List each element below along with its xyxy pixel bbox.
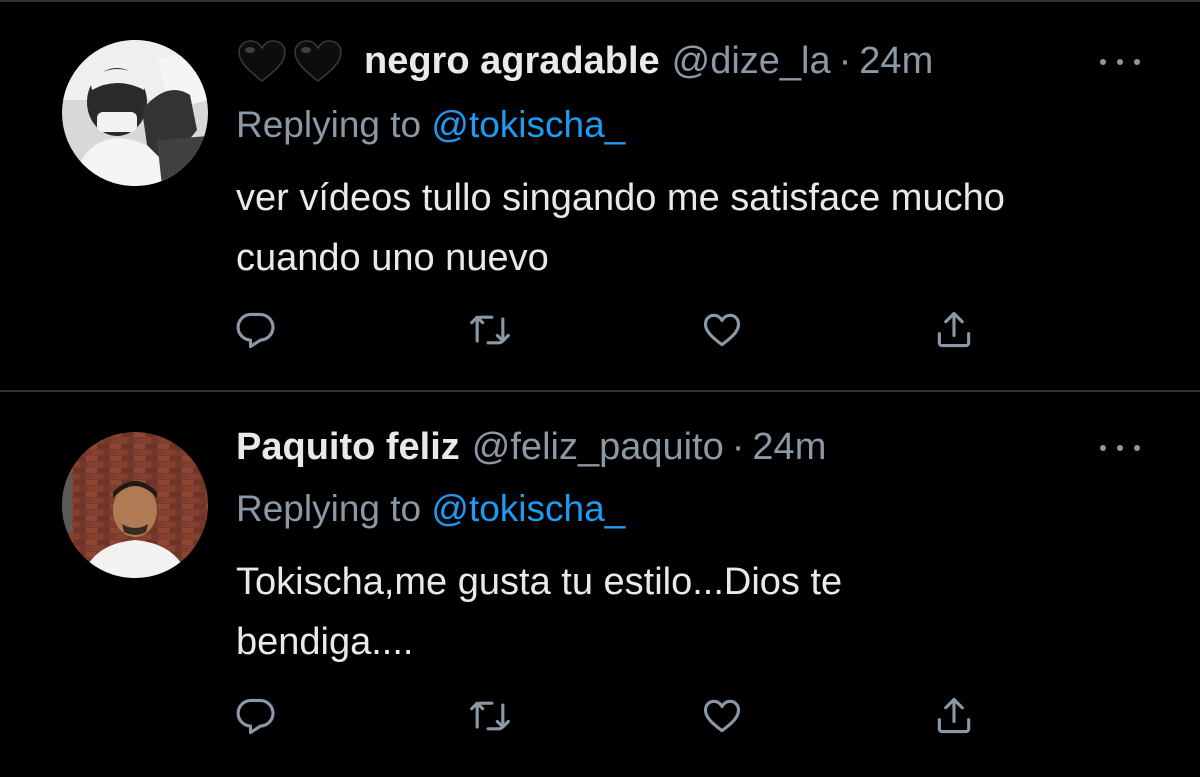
replying-to-label: Replying to xyxy=(236,488,422,529)
tweet-text-line: bendiga.... xyxy=(236,621,414,663)
timestamp[interactable]: 24m xyxy=(859,40,933,83)
separator-dot: · xyxy=(838,39,852,82)
tweet-text-line: Tokischa,me gusta tu estilo...Dios te xyxy=(236,561,843,603)
share-icon[interactable] xyxy=(930,306,978,354)
avatar[interactable] xyxy=(62,40,208,186)
display-name[interactable]: Paquito feliz xyxy=(236,426,460,469)
more-options-icon[interactable] xyxy=(1100,438,1140,458)
tweet-actions xyxy=(232,692,992,742)
like-icon[interactable] xyxy=(698,306,746,354)
retweet-icon[interactable] xyxy=(466,306,514,354)
replying-to-mention[interactable]: @tokischa_ xyxy=(431,104,625,145)
replying-to-line: Replying to @tokischa_ xyxy=(236,104,625,146)
display-name[interactable]: negro agradable xyxy=(364,40,660,83)
separator-dot: · xyxy=(731,425,745,468)
share-icon[interactable] xyxy=(930,692,978,740)
tweet-actions xyxy=(232,306,992,356)
reply-icon[interactable] xyxy=(232,306,280,354)
black-heart-icon xyxy=(294,40,342,82)
replying-to-line: Replying to @tokischa_ xyxy=(236,488,625,530)
tweet-header: negro agradable @dize_la · 24m xyxy=(236,36,933,86)
retweet-icon[interactable] xyxy=(466,692,514,740)
like-icon[interactable] xyxy=(698,692,746,740)
tweet-text: ver vídeos tullo singando me satisface m… xyxy=(236,168,1166,288)
tweet[interactable]: Paquito feliz @feliz_paquito · 24m Reply… xyxy=(0,392,1200,777)
tweet[interactable]: negro agradable @dize_la · 24m Replying … xyxy=(0,0,1200,390)
tweet-text-line: cuando uno nuevo xyxy=(236,237,549,279)
user-handle[interactable]: @dize_la xyxy=(672,40,831,83)
tweet-text: Tokischa,me gusta tu estilo...Dios te be… xyxy=(236,552,1166,672)
avatar[interactable] xyxy=(62,432,208,578)
replying-to-label: Replying to xyxy=(236,104,422,145)
user-handle[interactable]: @feliz_paquito xyxy=(472,426,724,469)
tweet-text-line: ver vídeos tullo singando me satisface m… xyxy=(236,177,1005,219)
tweet-header: Paquito feliz @feliz_paquito · 24m xyxy=(236,422,826,472)
name-emoji-group xyxy=(236,39,348,83)
more-options-icon[interactable] xyxy=(1100,52,1140,72)
timestamp[interactable]: 24m xyxy=(752,426,826,469)
replying-to-mention[interactable]: @tokischa_ xyxy=(431,488,625,529)
black-heart-icon xyxy=(238,40,286,82)
reply-icon[interactable] xyxy=(232,692,280,740)
